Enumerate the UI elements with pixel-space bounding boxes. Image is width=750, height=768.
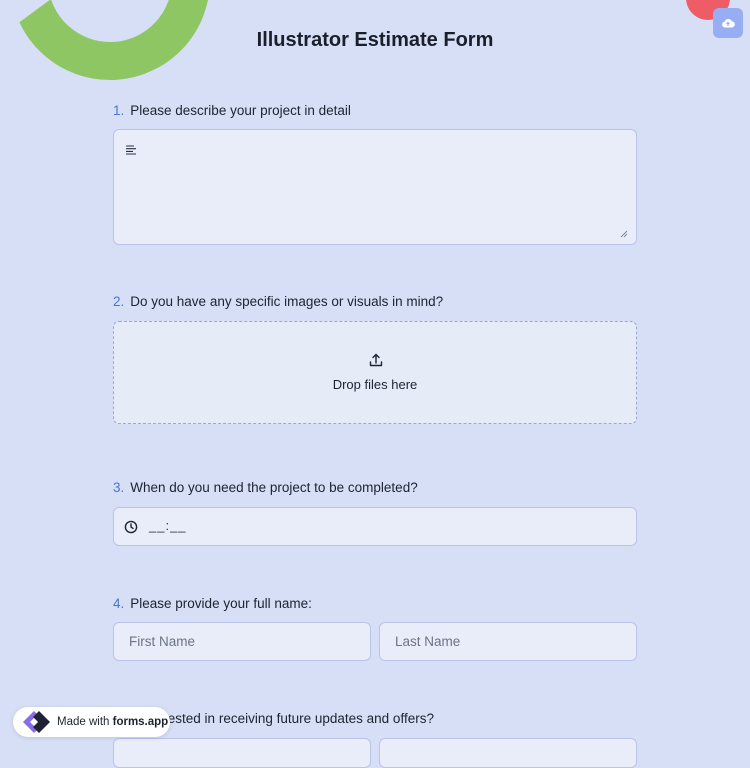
first-name-field[interactable]: [113, 622, 371, 661]
clock-icon: [124, 520, 138, 534]
badge-brand: forms.app: [112, 716, 169, 728]
time-value: __:__: [149, 518, 187, 533]
forms-app-logo-icon: [23, 711, 50, 733]
resize-handle-icon[interactable]: [620, 230, 628, 238]
badge-prefix: Made with: [57, 716, 113, 728]
option-yes[interactable]: [113, 738, 371, 768]
question-number: 4.: [113, 596, 125, 611]
question-number: 2.: [113, 294, 125, 309]
question-number: 3.: [113, 480, 125, 495]
question-2: 2. Do you have any specific images or vis…: [113, 294, 443, 309]
question-1: 1. Please describe your project in detail: [113, 103, 351, 118]
upload-icon: [369, 353, 383, 367]
badge-label: Made with forms.app: [57, 716, 168, 728]
option-no[interactable]: [379, 738, 637, 768]
made-with-badge[interactable]: Made with forms.app: [13, 707, 170, 737]
question-3: 3. When do you need the project to be com…: [113, 480, 418, 495]
last-name-input[interactable]: [380, 623, 636, 660]
form-title: Illustrator Estimate Form: [256, 29, 494, 51]
question-text: When do you need the project to be compl…: [130, 480, 418, 495]
question-text: Please describe your project in detail: [130, 103, 351, 118]
text-align-left-icon: [126, 145, 136, 155]
project-description-textarea[interactable]: [113, 129, 637, 245]
last-name-field[interactable]: [379, 622, 637, 661]
decorative-green-shape: [0, 0, 243, 113]
question-number: 1.: [113, 103, 125, 118]
file-dropzone[interactable]: Drop files here: [113, 321, 637, 424]
completion-time-input[interactable]: __:__: [113, 507, 637, 546]
first-name-input[interactable]: [114, 623, 370, 660]
cloud-upload-icon: [722, 18, 735, 28]
question-4: 4. Please provide your full name:: [113, 596, 312, 611]
dropzone-label: Drop files here: [332, 377, 418, 392]
question-text: u interested in receiving future updates…: [130, 711, 434, 726]
question-text: Do you have any specific images or visua…: [130, 294, 444, 309]
question-text: Please provide your full name:: [130, 596, 312, 611]
